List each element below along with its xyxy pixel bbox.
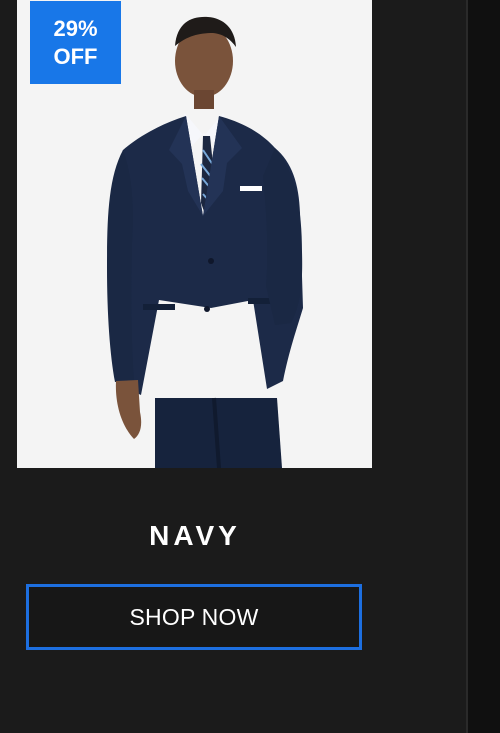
discount-badge-percent: 29% [53,15,98,41]
right-gutter [466,0,500,733]
product-card: 29% OFF NAVY SHOP NOW [0,0,466,733]
discount-badge-off: OFF [53,43,98,69]
divider [466,0,468,733]
shop-now-button[interactable]: SHOP NOW [26,584,362,650]
product-color-title: NAVY [149,520,241,551]
discount-badge: 29% OFF [30,1,121,84]
product-card-page: 29% OFF NAVY SHOP NOW [0,0,500,733]
